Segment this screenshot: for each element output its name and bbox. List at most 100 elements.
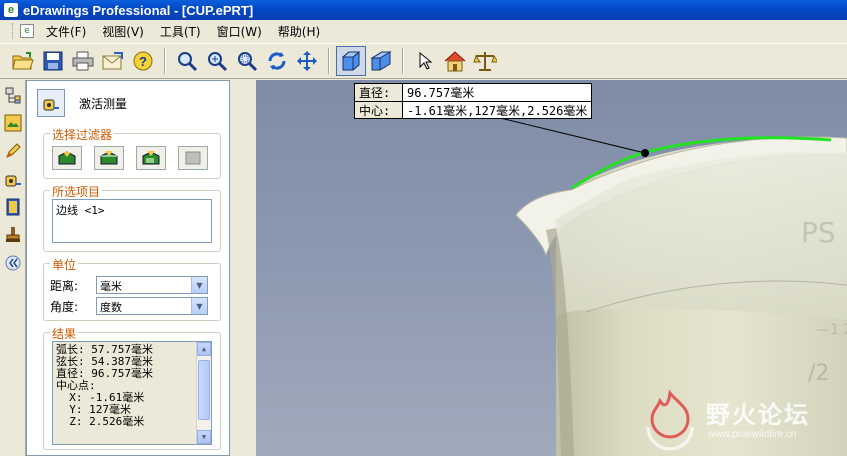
sheets-icon [6,198,20,216]
double-chevron-left-icon [5,255,21,271]
measure-tab[interactable] [2,168,24,190]
angle-unit-select[interactable]: 度数 ▼ [96,297,208,315]
scroll-up-button[interactable]: ▲ [197,342,211,356]
zoom-to-fit-icon [178,52,198,72]
filter-face-icon [142,151,160,165]
zoom-in-out-icon [208,52,228,72]
results-scrollbar[interactable]: ▲ ▼ [196,342,211,444]
selected-items-title: 所选项目 [50,183,103,200]
filter-vertex-button[interactable] [52,146,82,170]
selection-filter-title: 选择过滤器 [50,126,115,143]
watermark-title: 野火论坛 [706,401,810,429]
zoom-in-out-button[interactable] [202,46,232,76]
select-icon [419,51,433,70]
selected-items-group: 所选项目 边线 <1> [43,183,221,252]
scroll-down-button[interactable]: ▼ [197,430,211,444]
watermark-logo-icon [646,389,694,451]
rotate-icon [268,52,286,70]
menu-help[interactable]: 帮助(H) [272,23,330,40]
results-textbox[interactable]: 弧长: 57.757毫米 弦长: 54.387毫米 直径: 96.757毫米 中… [52,341,212,445]
measure-panel: 激活测量 选择过滤器 所选项目 边线 <1> 单位 距离: 毫米 ▼ 角度: 度… [26,80,230,456]
distance-unit-select[interactable]: 毫米 ▼ [96,276,208,294]
angle-label: 角度: [50,299,79,314]
toolbar-separator [164,48,166,74]
distance-unit-row: 距离: 毫米 ▼ [50,276,208,294]
save-button[interactable] [38,46,68,76]
configurations-icon [4,114,22,132]
menu-view[interactable]: 视图(V) [96,23,154,40]
activate-measure-label: 激活测量 [79,96,128,111]
print-icon [72,51,94,71]
component-tree-icon [5,87,21,104]
model-viewport[interactable]: PS —1 2/3 /2 直径: 96.757毫米 中心: -1.61毫米,12… [256,80,847,456]
filter-clear-button[interactable] [178,146,208,170]
angle-unit-value: 度数 [100,301,122,314]
distance-unit-value: 毫米 [100,280,122,293]
configurations-tab[interactable] [2,112,24,134]
chevron-down-icon[interactable]: ▼ [191,277,207,293]
mass-properties-button[interactable] [470,46,500,76]
scroll-thumb[interactable] [198,360,210,420]
units-title: 单位 [50,256,79,273]
filter-vertex-icon [58,151,76,165]
help-icon: ? [133,51,153,71]
save-icon [43,51,63,71]
document-icon[interactable]: e [20,24,34,38]
markup-tab[interactable] [2,140,24,162]
activate-measure-button[interactable] [37,89,65,117]
collapse-panel-button[interactable] [2,252,24,274]
shaded-icon [341,51,361,71]
svg-text:PS: PS [801,216,836,249]
menu-tools[interactable]: 工具(T) [154,23,211,40]
edrawings-app-icon: e [4,3,18,17]
selected-items-list[interactable]: 边线 <1> [52,199,212,243]
perspective-button[interactable] [366,46,396,76]
filter-edge-icon [100,151,118,165]
home-button[interactable] [440,46,470,76]
shaded-button[interactable] [336,46,366,76]
watermark-url: www.proewildfire.cn [708,429,797,440]
open-icon [12,52,34,70]
toolbar-separator [328,48,330,74]
panel-splitter[interactable] [230,80,256,456]
units-group: 单位 距离: 毫米 ▼ 角度: 度数 ▼ [43,256,221,321]
svg-text:/2: /2 [808,361,829,386]
pencil-icon [6,143,21,158]
help-button[interactable]: ? [128,46,158,76]
send-mail-button[interactable] [98,46,128,76]
svg-text:—1 2/3: —1 2/3 [816,322,847,338]
measure-scale-icon [473,52,497,71]
stamp-tab[interactable] [2,224,24,246]
selection-filter-group: 选择过滤器 [43,126,221,179]
results-group: 结果 弧长: 57.757毫米 弦长: 54.387毫米 直径: 96.757毫… [43,325,221,450]
menu-file[interactable]: 文件(F) [40,23,96,40]
watermark: 野火论坛 www.proewildfire.cn [636,385,846,455]
sheets-tab[interactable] [2,196,24,218]
zoom-to-fit-button[interactable] [172,46,202,76]
component-tab[interactable] [2,84,24,106]
angle-unit-row: 角度: 度数 ▼ [50,297,208,315]
tape-measure-icon [5,175,21,187]
readout-diameter-value: 96.757毫米 [407,86,475,100]
readout-diameter-label: 直径: [355,84,403,101]
home-icon [444,51,466,72]
toolbar-separator [402,48,404,74]
menu-window[interactable]: 窗口(W) [211,23,272,40]
select-button[interactable] [410,46,440,76]
filter-blank-icon [185,151,201,165]
menu-grip [12,23,16,39]
rotate-button[interactable] [262,46,292,76]
print-button[interactable] [68,46,98,76]
readout-center-label: 中心: [355,102,403,118]
chevron-down-icon[interactable]: ▼ [191,298,207,314]
left-tab-strip [0,80,26,456]
result-line: Z: 2.526毫米 [56,415,145,428]
list-item[interactable]: 边线 <1> [56,202,208,218]
pan-button[interactable] [292,46,322,76]
filter-face-button[interactable] [136,146,166,170]
main-toolbar: ? [0,43,847,79]
filter-edge-button[interactable] [94,146,124,170]
title-bar: e eDrawings Professional - [CUP.ePRT] [0,0,847,20]
open-button[interactable] [8,46,38,76]
zoom-to-area-button[interactable] [232,46,262,76]
